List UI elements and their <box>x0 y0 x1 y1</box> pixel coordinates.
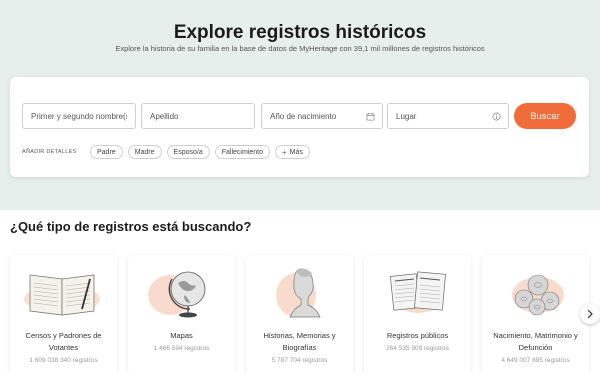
page-title: Explore registros históricos <box>173 22 427 43</box>
add-details-label: AÑADIR DETALLES <box>22 149 77 155</box>
plus-icon: + <box>281 147 287 157</box>
first-name-input[interactable] <box>23 104 135 128</box>
card-count: 264 535 909 registros <box>386 345 449 352</box>
place-input[interactable] <box>388 104 508 128</box>
category-card-census[interactable]: Censos y Padrones de Votantes 1 609 038 … <box>10 255 117 373</box>
card-count: 1 466 594 registros <box>153 345 210 352</box>
roses-icon <box>512 274 564 316</box>
chip-label: Fallecimiento <box>221 148 263 156</box>
category-card-maps[interactable]: Mapas 1 466 594 registros <box>128 255 235 373</box>
card-title: Nacimiento, Matrimonio y Defunción <box>493 331 578 352</box>
census-book-icon <box>24 274 100 316</box>
chip-spouse[interactable]: Esposo/a <box>166 145 210 159</box>
card-count: 4 649 007 895 registros <box>501 357 570 364</box>
globe-icon <box>148 271 206 318</box>
card-title: Registros públicos <box>386 331 449 340</box>
place-field[interactable] <box>387 103 509 129</box>
category-carousel: Censos y Padrones de Votantes 1 609 038 … <box>10 255 600 373</box>
card-count: 5 787 704 registros <box>271 357 328 364</box>
chip-mother[interactable]: Madre <box>127 145 162 159</box>
carousel-next-button[interactable] <box>580 304 600 324</box>
search-form: Buscar AÑADIR DETALLES Padre Madre Espos… <box>10 77 589 177</box>
chip-label: Esposo/a <box>173 148 203 156</box>
detail-chips: Padre Madre Esposo/a Fallecimiento + Más <box>90 145 310 159</box>
card-title: Censos y Padrones de Votantes <box>25 331 102 352</box>
calendar-icon[interactable] <box>366 112 375 121</box>
chip-death[interactable]: Fallecimiento <box>214 145 270 159</box>
chevron-right-icon <box>587 309 593 319</box>
chip-label: Padre <box>97 148 116 156</box>
chip-father[interactable]: Padre <box>90 145 123 159</box>
search-button[interactable]: Buscar <box>514 103 576 129</box>
chip-label: Más <box>289 148 303 156</box>
category-card-histories[interactable]: Historias, Memorias y Biografías 5 787 7… <box>246 255 353 373</box>
section-title: ¿Qué tipo de registros está buscando? <box>10 219 252 234</box>
chip-more[interactable]: + Más <box>274 145 310 159</box>
first-name-field[interactable] <box>22 103 136 129</box>
birth-year-field[interactable] <box>261 103 383 129</box>
card-count: 1 609 038 340 registros <box>29 357 98 364</box>
card-title: Historias, Memorias y Biografías <box>263 331 336 352</box>
last-name-input[interactable] <box>142 104 254 128</box>
last-name-field[interactable] <box>141 103 255 129</box>
category-card-public-records[interactable]: Registros públicos 264 535 909 registros <box>364 255 471 373</box>
chip-label: Madre <box>134 148 155 156</box>
newspapers-icon <box>389 271 446 313</box>
card-title: Mapas <box>170 331 193 340</box>
category-card-vital-records[interactable]: Nacimiento, Matrimonio y Defunción 4 649… <box>482 255 589 373</box>
info-icon[interactable] <box>492 112 501 121</box>
birth-year-input[interactable] <box>262 104 382 128</box>
bust-statue-icon <box>276 268 321 318</box>
page-subtitle: Explore la historia de su familia en la … <box>115 44 485 53</box>
